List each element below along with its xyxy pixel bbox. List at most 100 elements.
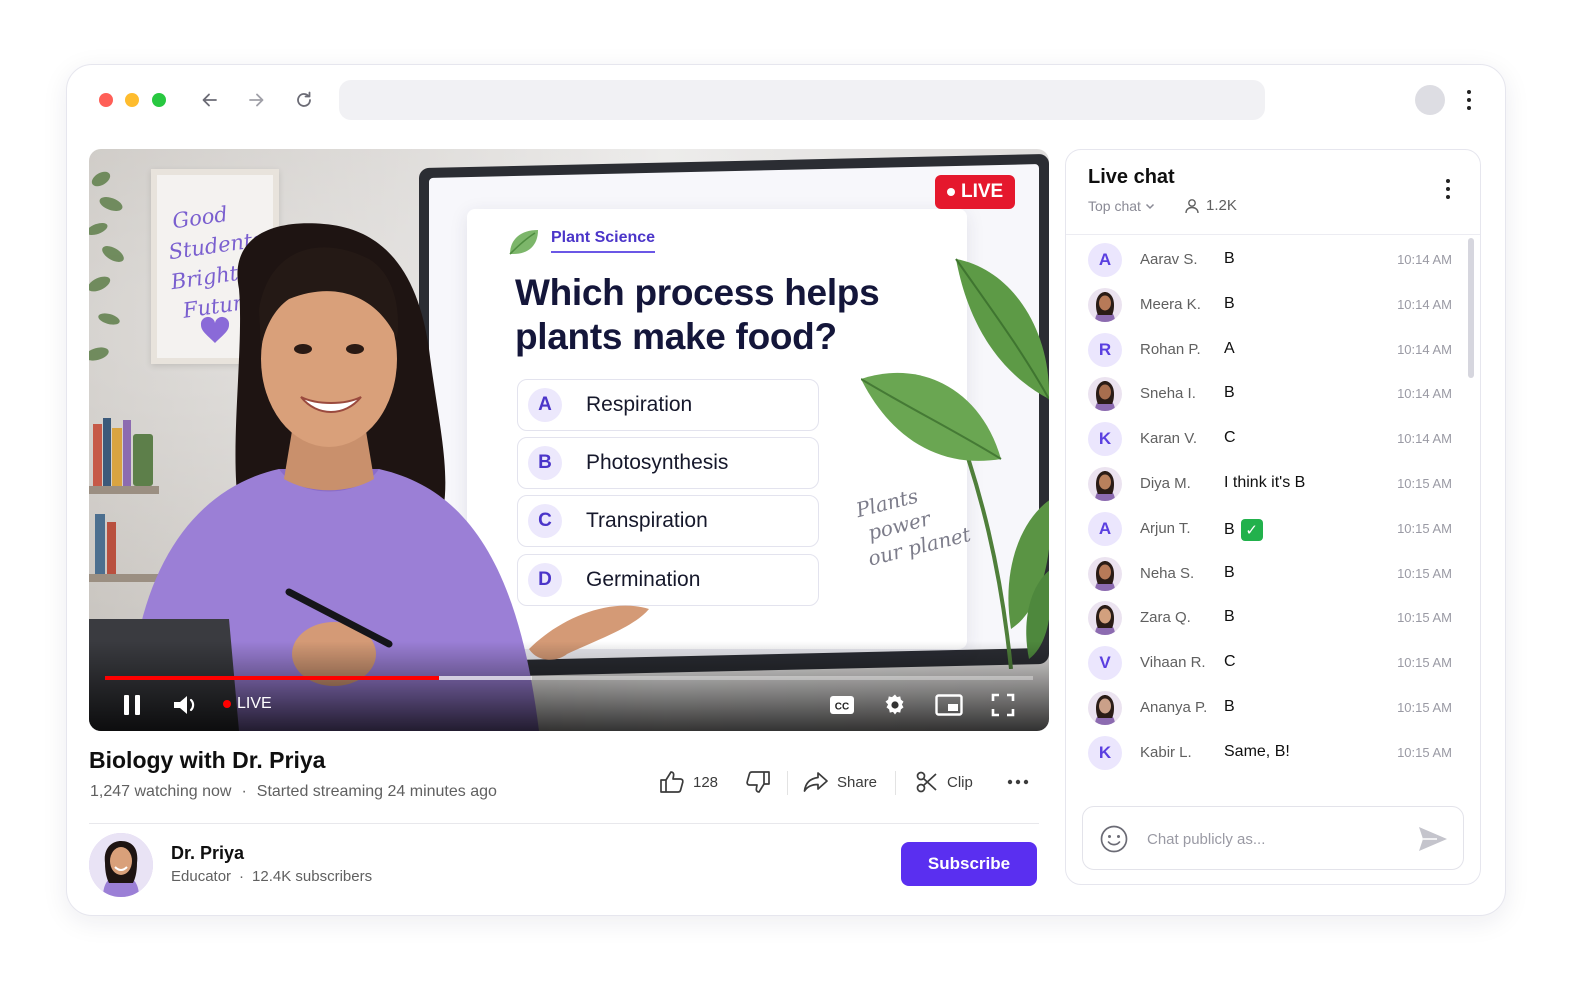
message-author[interactable]: Karan V. xyxy=(1140,430,1197,447)
chat-message[interactable]: K Kabir L. Same, B! 10:15 AM xyxy=(1088,735,1458,771)
message-author[interactable]: Meera K. xyxy=(1140,296,1201,313)
thumbs-up-icon xyxy=(660,771,684,793)
like-button[interactable]: 128 xyxy=(659,767,718,797)
message-text: B xyxy=(1224,563,1235,581)
user-avatar[interactable] xyxy=(1088,601,1122,636)
forward-arrow-icon[interactable] xyxy=(243,87,269,113)
live-indicator[interactable]: LIVE xyxy=(223,695,272,713)
clip-button[interactable]: Clip xyxy=(915,767,973,797)
chat-viewers: 1.2K xyxy=(1184,197,1237,214)
pause-button[interactable] xyxy=(119,691,145,719)
message-time: 10:14 AM xyxy=(1397,431,1452,447)
browser-window: Good Students Brighter Futures Plant Sci… xyxy=(66,64,1506,916)
miniplayer-button[interactable] xyxy=(933,691,965,719)
message-author[interactable]: Rohan P. xyxy=(1140,341,1201,358)
user-avatar[interactable]: V xyxy=(1088,646,1122,681)
message-time: 10:14 AM xyxy=(1397,386,1452,402)
user-avatar[interactable] xyxy=(1088,691,1122,725)
subscribe-button[interactable]: Subscribe xyxy=(901,842,1037,886)
message-text: I think it's B xyxy=(1224,474,1306,491)
user-avatar[interactable]: R xyxy=(1088,332,1122,367)
address-bar[interactable] xyxy=(339,80,1265,120)
message-body: I think it's B xyxy=(1224,474,1305,492)
section-divider xyxy=(89,823,1039,824)
meta-separator: · xyxy=(239,868,245,885)
chat-message[interactable]: Meera K. B 10:14 AM xyxy=(1088,287,1458,323)
video-meta: 1,247 watching now · Started streaming 24 … xyxy=(90,783,497,801)
chat-scrollbar[interactable] xyxy=(1468,238,1474,378)
chat-message[interactable]: Neha S. B 10:15 AM xyxy=(1088,556,1458,592)
clip-label: Clip xyxy=(947,773,973,791)
browser-menu-icon[interactable] xyxy=(1459,87,1479,113)
message-time: 10:14 AM xyxy=(1397,296,1452,312)
channel-role: Educator xyxy=(171,868,232,885)
chat-mode-dropdown[interactable]: Top chat xyxy=(1088,198,1155,214)
captions-button[interactable]: CC xyxy=(827,691,857,719)
user-avatar[interactable]: K xyxy=(1088,422,1122,457)
message-author[interactable]: Kabir L. xyxy=(1140,744,1192,761)
message-author[interactable]: Sneha I. xyxy=(1140,385,1196,402)
svg-text:CC: CC xyxy=(835,702,849,713)
message-author[interactable]: Neha S. xyxy=(1140,565,1194,582)
live-badge-label: LIVE xyxy=(961,181,1004,202)
message-body: B ✓ xyxy=(1224,518,1263,541)
miniplayer-icon xyxy=(935,694,963,716)
profile-avatar[interactable] xyxy=(1415,85,1445,115)
user-avatar[interactable]: K xyxy=(1088,735,1122,770)
message-author[interactable]: Arjun T. xyxy=(1140,520,1191,537)
leafy-plant xyxy=(861,258,1049,669)
more-actions-button[interactable] xyxy=(1007,767,1029,797)
captions-icon: CC xyxy=(830,696,854,714)
divider xyxy=(787,771,788,795)
chat-message[interactable]: Zara Q. B 10:15 AM xyxy=(1088,600,1458,636)
user-avatar[interactable] xyxy=(1088,556,1122,591)
channel-name[interactable]: Dr. Priya xyxy=(171,843,244,864)
message-time: 10:15 AM xyxy=(1397,744,1452,760)
fullscreen-button[interactable] xyxy=(988,691,1018,719)
settings-button[interactable] xyxy=(880,691,910,719)
message-body: A xyxy=(1224,340,1235,358)
message-author[interactable]: Aarav S. xyxy=(1140,251,1198,268)
maximize-window-button[interactable] xyxy=(152,93,166,107)
chat-menu-icon[interactable] xyxy=(1438,176,1458,202)
message-time: 10:15 AM xyxy=(1397,655,1452,671)
share-button[interactable]: Share xyxy=(803,767,877,797)
back-arrow-icon[interactable] xyxy=(197,87,223,113)
chat-message[interactable]: Diya M. I think it's B 10:15 AM xyxy=(1088,466,1458,502)
chat-message[interactable]: Ananya P. B 10:15 AM xyxy=(1088,690,1458,726)
user-avatar[interactable]: A xyxy=(1088,511,1122,546)
chat-input[interactable] xyxy=(1147,825,1407,853)
reload-icon[interactable] xyxy=(291,87,317,113)
user-avatar[interactable] xyxy=(1088,377,1122,412)
message-time: 10:14 AM xyxy=(1397,341,1452,357)
user-avatar[interactable] xyxy=(1088,467,1122,501)
progress-bar[interactable] xyxy=(105,676,1033,680)
message-author[interactable]: Ananya P. xyxy=(1140,699,1207,716)
message-author[interactable]: Diya M. xyxy=(1140,475,1191,492)
send-icon[interactable] xyxy=(1417,824,1449,854)
chat-message[interactable]: A Arjun T. B ✓ 10:15 AM xyxy=(1088,511,1458,547)
message-author[interactable]: Vihaan R. xyxy=(1140,654,1206,671)
user-avatar[interactable]: A xyxy=(1088,243,1122,277)
fullscreen-icon xyxy=(991,693,1015,717)
message-author[interactable]: Zara Q. xyxy=(1140,609,1191,626)
chat-message[interactable]: A Aarav S. B 10:14 AM xyxy=(1088,242,1458,278)
minimize-window-button[interactable] xyxy=(125,93,139,107)
channel-avatar[interactable] xyxy=(89,833,153,897)
video-player[interactable]: Good Students Brighter Futures Plant Sci… xyxy=(89,149,1049,731)
emoji-icon[interactable] xyxy=(1099,824,1129,854)
close-window-button[interactable] xyxy=(99,93,113,107)
chat-message[interactable]: R Rohan P. A 10:14 AM xyxy=(1088,332,1458,368)
message-time: 10:15 AM xyxy=(1397,476,1452,491)
user-avatar[interactable] xyxy=(1088,287,1122,322)
chat-message[interactable]: K Karan V. C 10:14 AM xyxy=(1088,421,1458,457)
video-title: Biology with Dr. Priya xyxy=(89,747,326,773)
live-badge: LIVE xyxy=(935,175,1016,209)
message-text: B xyxy=(1224,384,1235,402)
dislike-button[interactable] xyxy=(745,767,771,797)
chat-message[interactable]: Sneha I. B 10:14 AM xyxy=(1088,376,1458,412)
chat-message[interactable]: V Vihaan R. C 10:15 AM xyxy=(1088,645,1458,681)
volume-button[interactable] xyxy=(171,691,201,719)
channel-meta: Educator · 12.4K subscribers xyxy=(171,868,372,885)
message-text: B xyxy=(1224,520,1235,538)
